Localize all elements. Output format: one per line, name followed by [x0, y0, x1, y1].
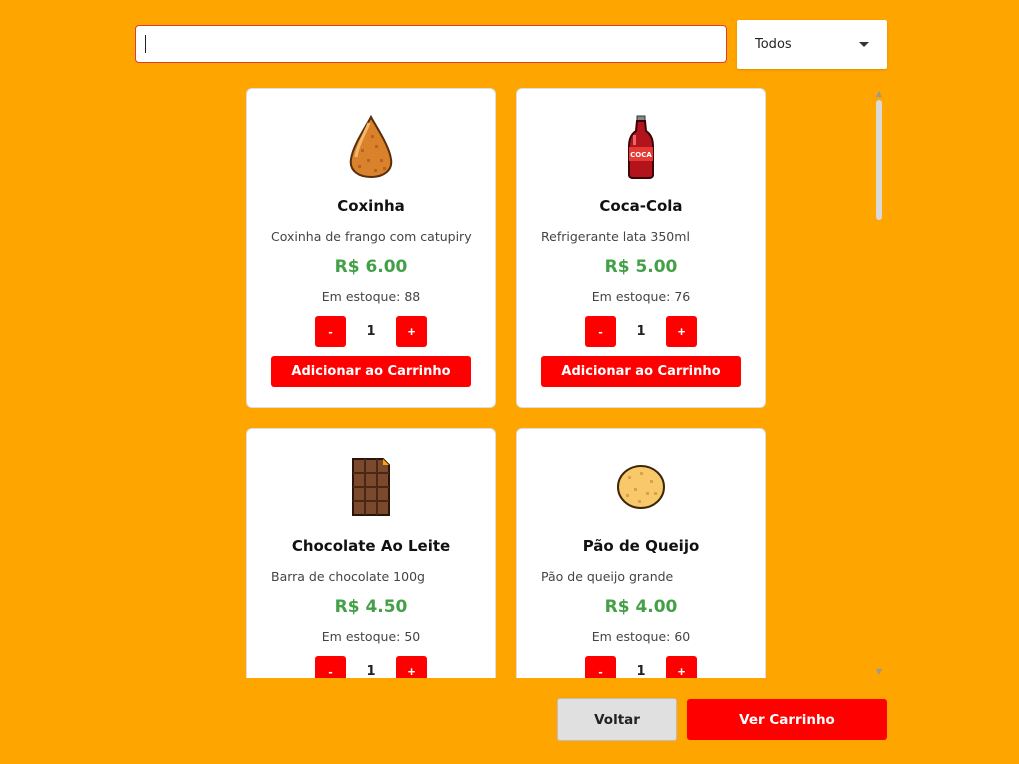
product-name: Coca-Cola — [599, 197, 683, 215]
coxinha-icon — [339, 115, 403, 179]
category-filter-select[interactable]: Todos — [737, 20, 887, 69]
product-stock: Em estoque: 88 — [321, 289, 421, 304]
product-price: R$ 4.00 — [604, 597, 678, 617]
increase-quantity-button[interactable]: + — [666, 316, 697, 347]
quantity-value: 1 — [366, 664, 376, 678]
product-description: Barra de chocolate 100g — [271, 569, 425, 584]
product-card: Coxinha Coxinha de frango com catupiry R… — [246, 88, 496, 408]
quantity-stepper: - 1 + — [315, 316, 427, 347]
scroll-down-arrow-icon[interactable]: ▼ — [875, 668, 883, 676]
decrease-quantity-button[interactable]: - — [315, 316, 346, 347]
quantity-value: 1 — [636, 664, 646, 678]
text-cursor — [145, 35, 146, 53]
product-grid[interactable]: Coxinha Coxinha de frango com catupiry R… — [246, 88, 776, 678]
product-stock: Em estoque: 60 — [591, 629, 691, 644]
quantity-stepper: - 1 + — [585, 316, 697, 347]
scroll-up-arrow-icon[interactable]: ▲ — [875, 90, 883, 98]
scrollbar-thumb[interactable] — [876, 100, 882, 220]
increase-quantity-button[interactable]: + — [666, 656, 697, 678]
product-card: Chocolate Ao Leite Barra de chocolate 10… — [246, 428, 496, 678]
product-name: Chocolate Ao Leite — [291, 537, 451, 555]
product-description: Refrigerante lata 350ml — [541, 229, 690, 244]
product-stock: Em estoque: 50 — [321, 629, 421, 644]
product-description: Coxinha de frango com catupiry — [271, 229, 472, 244]
back-button[interactable]: Voltar — [557, 698, 677, 741]
decrease-quantity-button[interactable]: - — [315, 656, 346, 678]
product-price: R$ 6.00 — [334, 257, 408, 277]
product-name: Pão de Queijo — [582, 537, 700, 555]
pao-de-queijo-icon — [609, 455, 673, 519]
quantity-value: 1 — [366, 324, 376, 339]
product-card: Pão de Queijo Pão de queijo grande R$ 4.… — [516, 428, 766, 678]
product-price: R$ 5.00 — [604, 257, 678, 277]
chevron-down-icon — [859, 42, 869, 47]
filter-selected-value: Todos — [755, 37, 792, 52]
svg-text:COCA: COCA — [630, 151, 652, 159]
add-to-cart-button[interactable]: Adicionar ao Carrinho — [541, 356, 741, 387]
decrease-quantity-button[interactable]: - — [585, 656, 616, 678]
product-price: R$ 4.50 — [334, 597, 408, 617]
search-input[interactable] — [135, 25, 727, 63]
coca-cola-bottle-icon: COCA — [609, 115, 673, 179]
increase-quantity-button[interactable]: + — [396, 316, 427, 347]
decrease-quantity-button[interactable]: - — [585, 316, 616, 347]
product-stock: Em estoque: 76 — [591, 289, 691, 304]
product-description: Pão de queijo grande — [541, 569, 674, 584]
view-cart-button[interactable]: Ver Carrinho — [687, 699, 887, 740]
quantity-value: 1 — [636, 324, 646, 339]
quantity-stepper: - 1 + — [585, 656, 697, 678]
add-to-cart-button[interactable]: Adicionar ao Carrinho — [271, 356, 471, 387]
increase-quantity-button[interactable]: + — [396, 656, 427, 678]
product-name: Coxinha — [337, 197, 405, 215]
quantity-stepper: - 1 + — [315, 656, 427, 678]
chocolate-bar-icon — [339, 455, 403, 519]
product-card: COCA Coca-Cola Refrigerante lata 350ml R… — [516, 88, 766, 408]
